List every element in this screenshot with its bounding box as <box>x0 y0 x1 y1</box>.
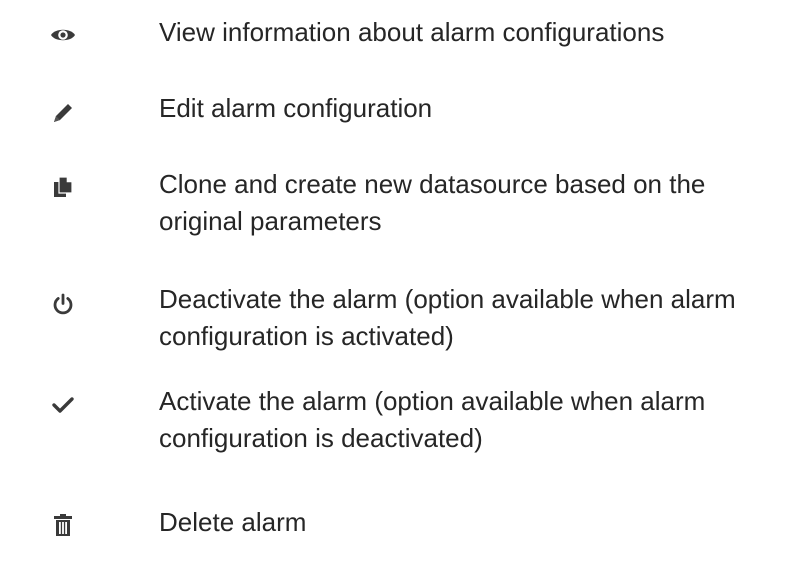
legend-text-deactivate: Deactivate the alarm (option available w… <box>159 284 736 351</box>
legend-text-clone: Clone and create new datasource based on… <box>159 169 706 236</box>
copy-icon <box>48 172 78 202</box>
eye-icon <box>48 20 78 50</box>
power-icon <box>48 289 78 319</box>
legend-text-activate: Activate the alarm (option available whe… <box>159 386 706 453</box>
checkmark-icon <box>48 390 78 420</box>
trash-icon <box>48 510 78 540</box>
pencil-icon <box>48 98 78 128</box>
legend-text-edit: Edit alarm configuration <box>159 93 433 123</box>
legend-text-delete: Delete alarm <box>159 507 307 537</box>
legend-text-view: View information about alarm configurati… <box>159 17 665 47</box>
